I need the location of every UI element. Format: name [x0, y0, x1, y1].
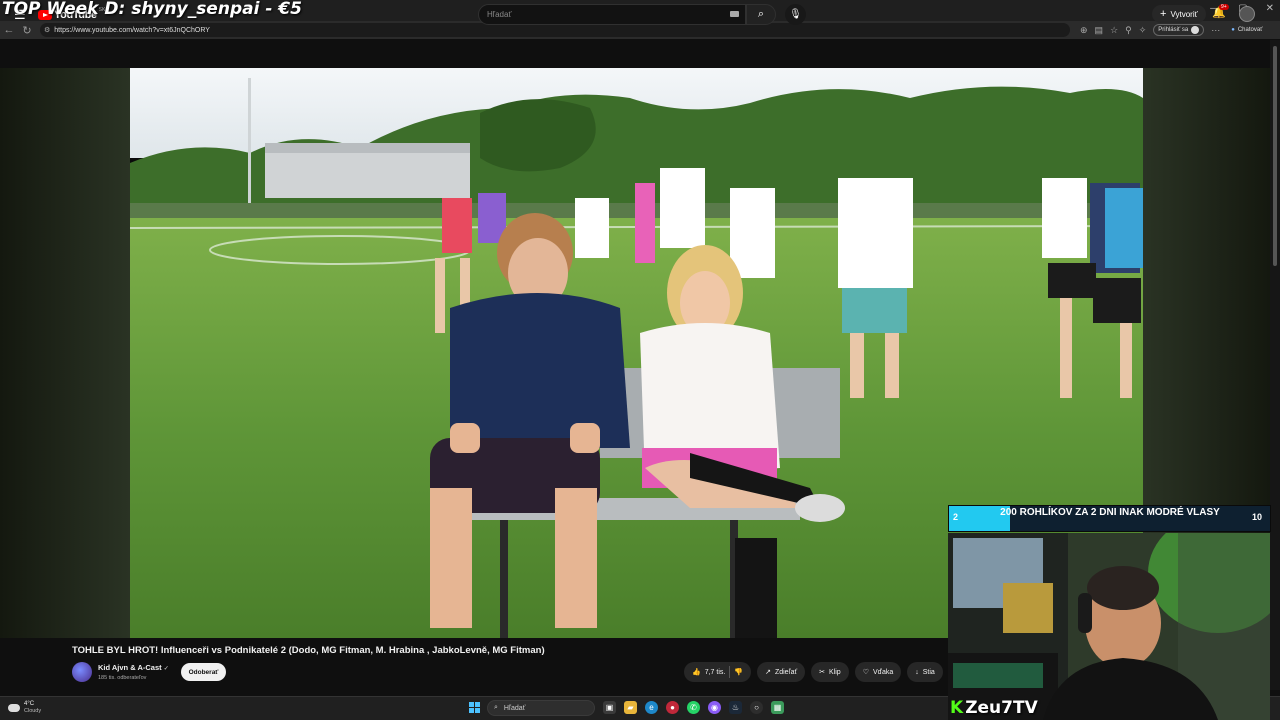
taskbar-search-label: Hľadať [503, 704, 526, 712]
login-button[interactable]: Prihlásiť sa [1153, 24, 1205, 36]
profile-icon [1191, 26, 1200, 34]
ambient-left [0, 68, 130, 638]
chat-label: Chatovať [1237, 27, 1263, 33]
plus-icon: + [1160, 8, 1167, 20]
voice-search-button[interactable]: 🎙 [785, 4, 806, 25]
download-icon: ↓ [915, 668, 919, 676]
thanks-button[interactable]: ♡ Vďaka [854, 662, 902, 682]
windows-logo-tile [469, 708, 474, 713]
subscribe-button[interactable]: Odoberať [181, 663, 226, 681]
back-icon[interactable]: ← [0, 24, 18, 36]
thumbs-up-icon: 👍 [692, 669, 701, 676]
poll-left-value: 2 [953, 512, 959, 522]
streamer-brand: K Zeu7TV [950, 698, 1038, 718]
login-label: Prihlásiť sa [1158, 27, 1189, 33]
more-icon[interactable]: ⋯ [1211, 25, 1220, 36]
steam-icon[interactable]: ♨ [729, 701, 742, 714]
edge-browser-icon[interactable]: e [645, 701, 658, 714]
whatsapp-icon[interactable]: ✆ [687, 701, 700, 714]
like-button[interactable]: 👍 7,7 tis. [692, 668, 726, 677]
copilot-icon: ● [1231, 27, 1235, 33]
scrollbar-thumb[interactable] [1273, 46, 1277, 266]
channel-name-text: Kid Ajvn & A-Cast [98, 663, 162, 672]
weather-desc: Cloudy [24, 708, 42, 714]
collections-icon[interactable]: ✧ [1139, 25, 1147, 36]
subscriber-count: 185 tis. odberateľov [98, 675, 147, 681]
notification-badge: 9+ [1219, 4, 1229, 10]
chat-button[interactable]: ● Chatovať [1227, 24, 1266, 36]
cloud-icon [8, 704, 20, 712]
toolbar-icons: ⊕ ▤ ☆ ⚲ ✧ Prihlásiť sa ⋯ ● Chatovať [1080, 24, 1266, 36]
verified-icon: ✓ [163, 666, 169, 672]
webcam-image [948, 533, 1270, 720]
channel-avatar[interactable] [72, 662, 92, 682]
reload-icon[interactable]: ↻ [18, 24, 36, 37]
download-label: Stia [922, 668, 935, 676]
translate-icon[interactable]: ⊕ [1080, 25, 1088, 36]
stream-overlay-title: TOP Week D: shyny_senpai - €5 [2, 0, 302, 19]
url-text: https://www.youtube.com/watch?v=xt6JnQCh… [54, 26, 210, 34]
reader-icon[interactable]: ▤ [1095, 25, 1104, 36]
video-title: TOHLE BYL HROT! Influenceři vs Podnikate… [72, 645, 545, 656]
search-icon: ⌕ [757, 8, 765, 20]
create-label: Vytvoriť [1170, 9, 1198, 19]
close-icon[interactable]: ✕ [1266, 3, 1274, 14]
search-input[interactable]: Hľadať [478, 4, 746, 25]
search-button[interactable]: ⌕ [746, 4, 776, 25]
file-explorer-icon[interactable]: ▰ [624, 701, 637, 714]
keyboard-icon[interactable] [730, 11, 739, 17]
download-button[interactable]: ↓ Stia [907, 662, 943, 682]
share-icon: ↗ [765, 669, 771, 676]
taskbar-search[interactable]: ⌕ Hľadať [487, 700, 595, 716]
scissors-icon: ✂ [819, 669, 825, 676]
poll-question: 200 ROHLÍKOV ZA 2 DNI INAK MODRÉ VLASY [1000, 507, 1220, 518]
chat-app-icon[interactable]: ▦ [771, 701, 784, 714]
clip-button[interactable]: ✂ Klip [811, 662, 849, 682]
poll-right-value: 10 [1252, 512, 1263, 522]
like-dislike-group: 👍 7,7 tis. 👎 [684, 662, 752, 682]
share-button[interactable]: ↗ Zdieľať [757, 662, 806, 682]
create-button[interactable]: + Vytvoriť [1152, 5, 1206, 23]
weather-temp: 4°C [24, 701, 35, 707]
channel-name[interactable]: Kid Ajvn & A-Cast ✓ [98, 663, 169, 672]
clip-label: Klip [829, 668, 841, 676]
search-icon: ⌕ [494, 704, 498, 711]
media-app-icon[interactable]: ● [666, 701, 679, 714]
url-field[interactable]: ⚙ https://www.youtube.com/watch?v=xt6JnQ… [40, 23, 1070, 37]
thanks-icon: ♡ [862, 669, 869, 676]
streamer-webcam [948, 533, 1270, 720]
windows-logo-tile [475, 702, 480, 707]
messenger-icon[interactable]: ◉ [708, 701, 721, 714]
streamer-name: Zeu7TV [965, 698, 1038, 718]
microphone-icon: 🎙 [789, 9, 802, 20]
obs-icon[interactable]: ○ [750, 701, 763, 714]
thumbs-down-icon: 👎 [734, 669, 744, 676]
like-count: 7,7 tis. [704, 668, 726, 676]
start-button[interactable] [469, 702, 480, 713]
site-info-icon[interactable]: ⚙ [44, 26, 50, 34]
task-view-icon[interactable]: ▣ [603, 701, 616, 714]
windows-logo-icon [469, 702, 474, 707]
divider [729, 666, 731, 678]
favorite-icon[interactable]: ☆ [1110, 25, 1118, 36]
taskbar-apps: ▣ ▰ e ● ✆ ◉ ♨ ○ ▦ [603, 701, 784, 714]
thanks-label: Vďaka [872, 668, 894, 676]
dislike-button[interactable]: 👎 [734, 668, 743, 676]
account-avatar[interactable] [1239, 6, 1255, 22]
weather-widget[interactable]: 4°C Cloudy [8, 701, 41, 715]
share-label: Zdieľať [774, 668, 798, 676]
video-actions: 👍 7,7 tis. 👎 ↗ Zdieľať ✂ Klip ♡ Vďaka ↓ … [684, 662, 943, 682]
windows-logo-tile [475, 708, 480, 713]
youtube-header [0, 39, 1280, 68]
search-placeholder: Hľadať [487, 10, 512, 19]
extensions-icon[interactable]: ⚲ [1125, 25, 1132, 36]
kick-logo-icon: K [950, 698, 964, 718]
